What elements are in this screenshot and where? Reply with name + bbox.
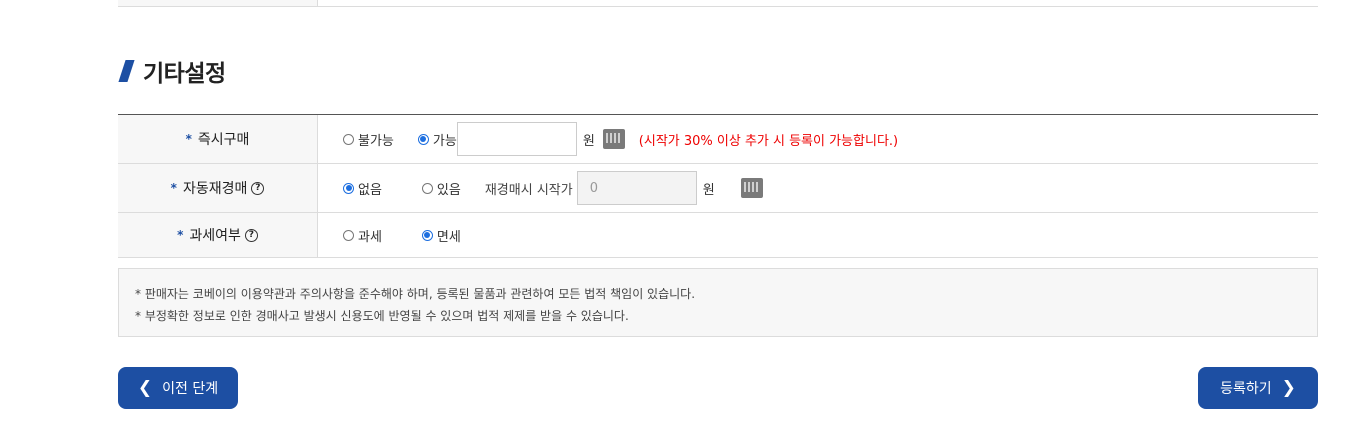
tax-exempt-radio[interactable]: 면세 bbox=[421, 226, 461, 245]
tax-taxable-radio[interactable]: 과세 bbox=[343, 226, 382, 245]
auto-rebid-yes-radio[interactable]: 있음 bbox=[421, 179, 461, 198]
required-mark: * bbox=[170, 181, 177, 195]
chevron-right-icon: ❯ bbox=[1281, 378, 1296, 398]
tax-taxable-label: 과세 bbox=[358, 229, 382, 245]
tax-value-cell: 과세 면세 bbox=[318, 213, 1318, 257]
radio-unchecked-icon[interactable] bbox=[343, 229, 354, 241]
instant-buy-unit: 원 bbox=[582, 133, 595, 149]
notes-box: * 판매자는 코베이의 이용약관과 주의사항을 준수해야 하며, 등록된 물품과… bbox=[118, 268, 1318, 337]
previous-table-label-cell bbox=[118, 0, 318, 6]
radio-checked-icon[interactable] bbox=[421, 229, 433, 241]
tax-label: 과세여부 bbox=[189, 228, 241, 244]
keyboard-icon[interactable] bbox=[602, 129, 625, 149]
help-icon[interactable]: ? bbox=[251, 181, 265, 195]
prev-step-button[interactable]: ❮ 이전 단계 bbox=[118, 367, 238, 409]
radio-unchecked-icon[interactable] bbox=[421, 182, 433, 194]
instant-buy-price-input[interactable] bbox=[456, 122, 577, 156]
register-button[interactable]: 등록하기 ❯ bbox=[1198, 367, 1318, 409]
instant-buy-label: 즉시구매 bbox=[197, 132, 250, 148]
instant-buy-row: * 즉시구매 불가능 가능 원 (시작가 30% 이상 추가 시 등록이 가능합… bbox=[118, 115, 1318, 164]
radio-unchecked-icon[interactable] bbox=[343, 133, 354, 145]
auto-rebid-label-cell: * 자동재경매 ? bbox=[118, 164, 318, 212]
section-header: 기타설정 bbox=[118, 56, 226, 87]
required-mark: * bbox=[177, 228, 184, 242]
previous-table-bottom bbox=[118, 0, 1318, 7]
auto-rebid-label: 자동재경매 bbox=[182, 181, 248, 197]
rebid-start-price-label: 재경매시 시작가 bbox=[484, 182, 573, 198]
settings-table: * 즉시구매 불가능 가능 원 (시작가 30% 이상 추가 시 등록이 가능합… bbox=[118, 114, 1318, 258]
chevron-left-icon: ❮ bbox=[137, 378, 153, 398]
register-label: 등록하기 bbox=[1220, 381, 1272, 397]
note-item: * 부정확한 정보로 인한 경매사고 발생시 신용도에 반영될 수 있으며 법적… bbox=[135, 309, 629, 323]
auto-rebid-value-cell: 없음 있음 재경매시 시작가 원 bbox=[318, 164, 1318, 212]
radio-checked-icon[interactable] bbox=[343, 182, 354, 194]
auto-rebid-none-radio[interactable]: 없음 bbox=[343, 179, 382, 198]
instant-buy-yes-label: 가능 bbox=[432, 133, 457, 149]
help-icon[interactable]: ? bbox=[244, 228, 258, 242]
tax-label-cell: * 과세여부 ? bbox=[118, 213, 318, 257]
prev-step-label: 이전 단계 bbox=[162, 381, 219, 397]
keyboard-icon[interactable] bbox=[740, 178, 763, 198]
instant-buy-value-cell: 불가능 가능 원 (시작가 30% 이상 추가 시 등록이 가능합니다.) bbox=[318, 115, 1318, 163]
instant-buy-no-radio[interactable]: 불가능 bbox=[343, 130, 394, 149]
auto-rebid-yes-label: 있음 bbox=[436, 182, 461, 198]
instant-buy-yes-radio[interactable]: 가능 bbox=[417, 130, 457, 149]
rebid-start-price-input[interactable] bbox=[576, 171, 697, 205]
section-title: 기타설정 bbox=[143, 61, 226, 87]
auto-rebid-row: * 자동재경매 ? 없음 있음 재경매시 시작가 원 bbox=[118, 164, 1318, 213]
rebid-unit: 원 bbox=[702, 182, 715, 198]
radio-checked-icon[interactable] bbox=[417, 133, 429, 145]
required-mark: * bbox=[185, 132, 192, 146]
tax-row: * 과세여부 ? 과세 면세 bbox=[118, 213, 1318, 258]
instant-buy-no-label: 불가능 bbox=[358, 133, 394, 149]
auto-rebid-none-label: 없음 bbox=[358, 182, 382, 198]
tax-exempt-label: 면세 bbox=[436, 229, 461, 245]
note-item: * 판매자는 코베이의 이용약관과 주의사항을 준수해야 하며, 등록된 물품과… bbox=[135, 287, 696, 301]
instant-buy-label-cell: * 즉시구매 bbox=[118, 115, 318, 163]
instant-buy-notice: (시작가 30% 이상 추가 시 등록이 가능합니다.) bbox=[638, 133, 899, 149]
section-bar-icon bbox=[118, 60, 135, 82]
